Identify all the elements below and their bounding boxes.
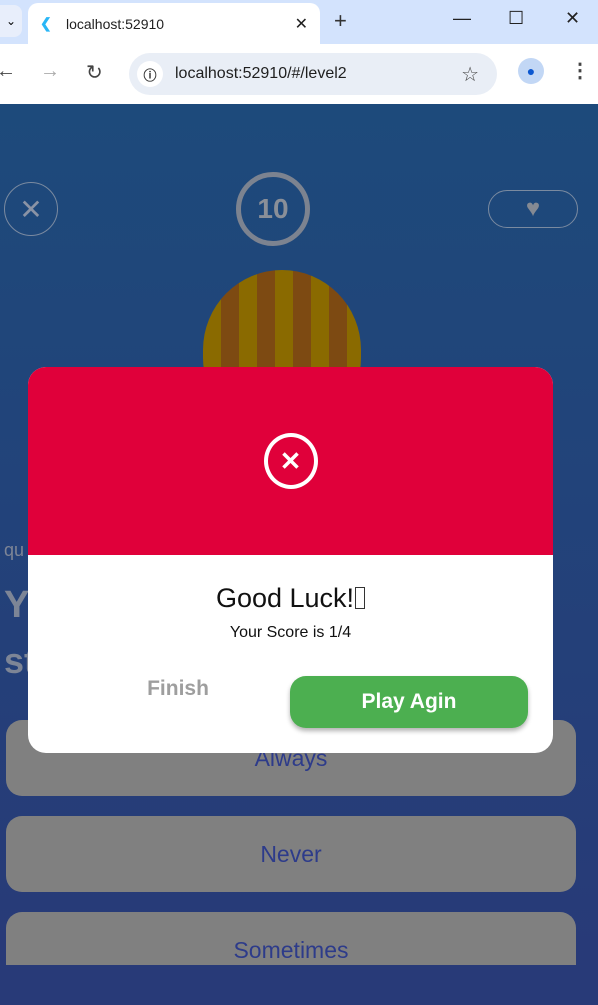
answer-option[interactable]: Sometimes <box>6 912 576 965</box>
timer: 10 <box>236 172 310 246</box>
minimize-icon[interactable]: — <box>453 8 471 29</box>
forward-icon[interactable]: → <box>40 60 60 83</box>
browser-toolbar: ← → ↻ ⓘ localhost:52910/#/level2 ☆ ● ⋮ <box>0 44 598 104</box>
browser-tab[interactable]: ❮ localhost:52910 ✕ <box>28 3 320 44</box>
error-circle-icon: ✕ <box>263 433 318 489</box>
tab-search-button[interactable]: ⌄ <box>0 5 22 37</box>
lives-button[interactable]: ♥ <box>488 190 578 228</box>
new-tab-icon[interactable]: + <box>334 8 347 34</box>
url-text[interactable]: localhost:52910/#/level2 <box>175 65 461 83</box>
more-menu-icon[interactable]: ⋮ <box>570 58 590 83</box>
flutter-icon: ❮ <box>40 15 52 31</box>
finish-button[interactable]: Finish <box>123 677 233 701</box>
question-text: Y <box>4 584 30 626</box>
address-bar[interactable]: ⓘ localhost:52910/#/level2 ☆ <box>129 53 497 95</box>
chevron-down-icon: ⌄ <box>5 14 16 28</box>
star-icon[interactable]: ☆ <box>461 62 479 87</box>
play-again-button[interactable]: Play Agin <box>290 676 528 728</box>
question-label: qu <box>4 540 25 560</box>
dialog-title: Good Luck! <box>28 583 553 614</box>
quit-button[interactable]: ✕ <box>4 182 58 236</box>
profile-icon[interactable]: ● <box>518 58 544 84</box>
missing-glyph-icon <box>355 587 366 609</box>
maximize-icon[interactable]: ☐ <box>508 8 524 29</box>
dialog-title-text: Good Luck! <box>215 583 355 613</box>
score-text: Your Score is 1/4 <box>229 624 352 641</box>
reload-icon[interactable]: ↻ <box>86 60 103 85</box>
result-dialog: ✕ Good Luck! Your Score is 1/4 Finish Pl… <box>28 367 553 753</box>
close-tab-icon[interactable]: ✕ <box>295 14 308 34</box>
answer-option[interactable]: Never <box>6 816 576 892</box>
close-icon: ✕ <box>19 193 43 225</box>
info-icon[interactable]: ⓘ <box>137 61 163 87</box>
heart-icon: ♥ <box>525 195 541 222</box>
tab-strip: ⌄ ❮ localhost:52910 ✕ + — ☐ ✕ <box>0 0 598 44</box>
back-icon[interactable]: ← <box>0 60 16 83</box>
dialog-header: ✕ <box>28 367 553 555</box>
tab-title: localhost:52910 <box>66 15 165 32</box>
close-window-icon[interactable]: ✕ <box>565 8 580 29</box>
